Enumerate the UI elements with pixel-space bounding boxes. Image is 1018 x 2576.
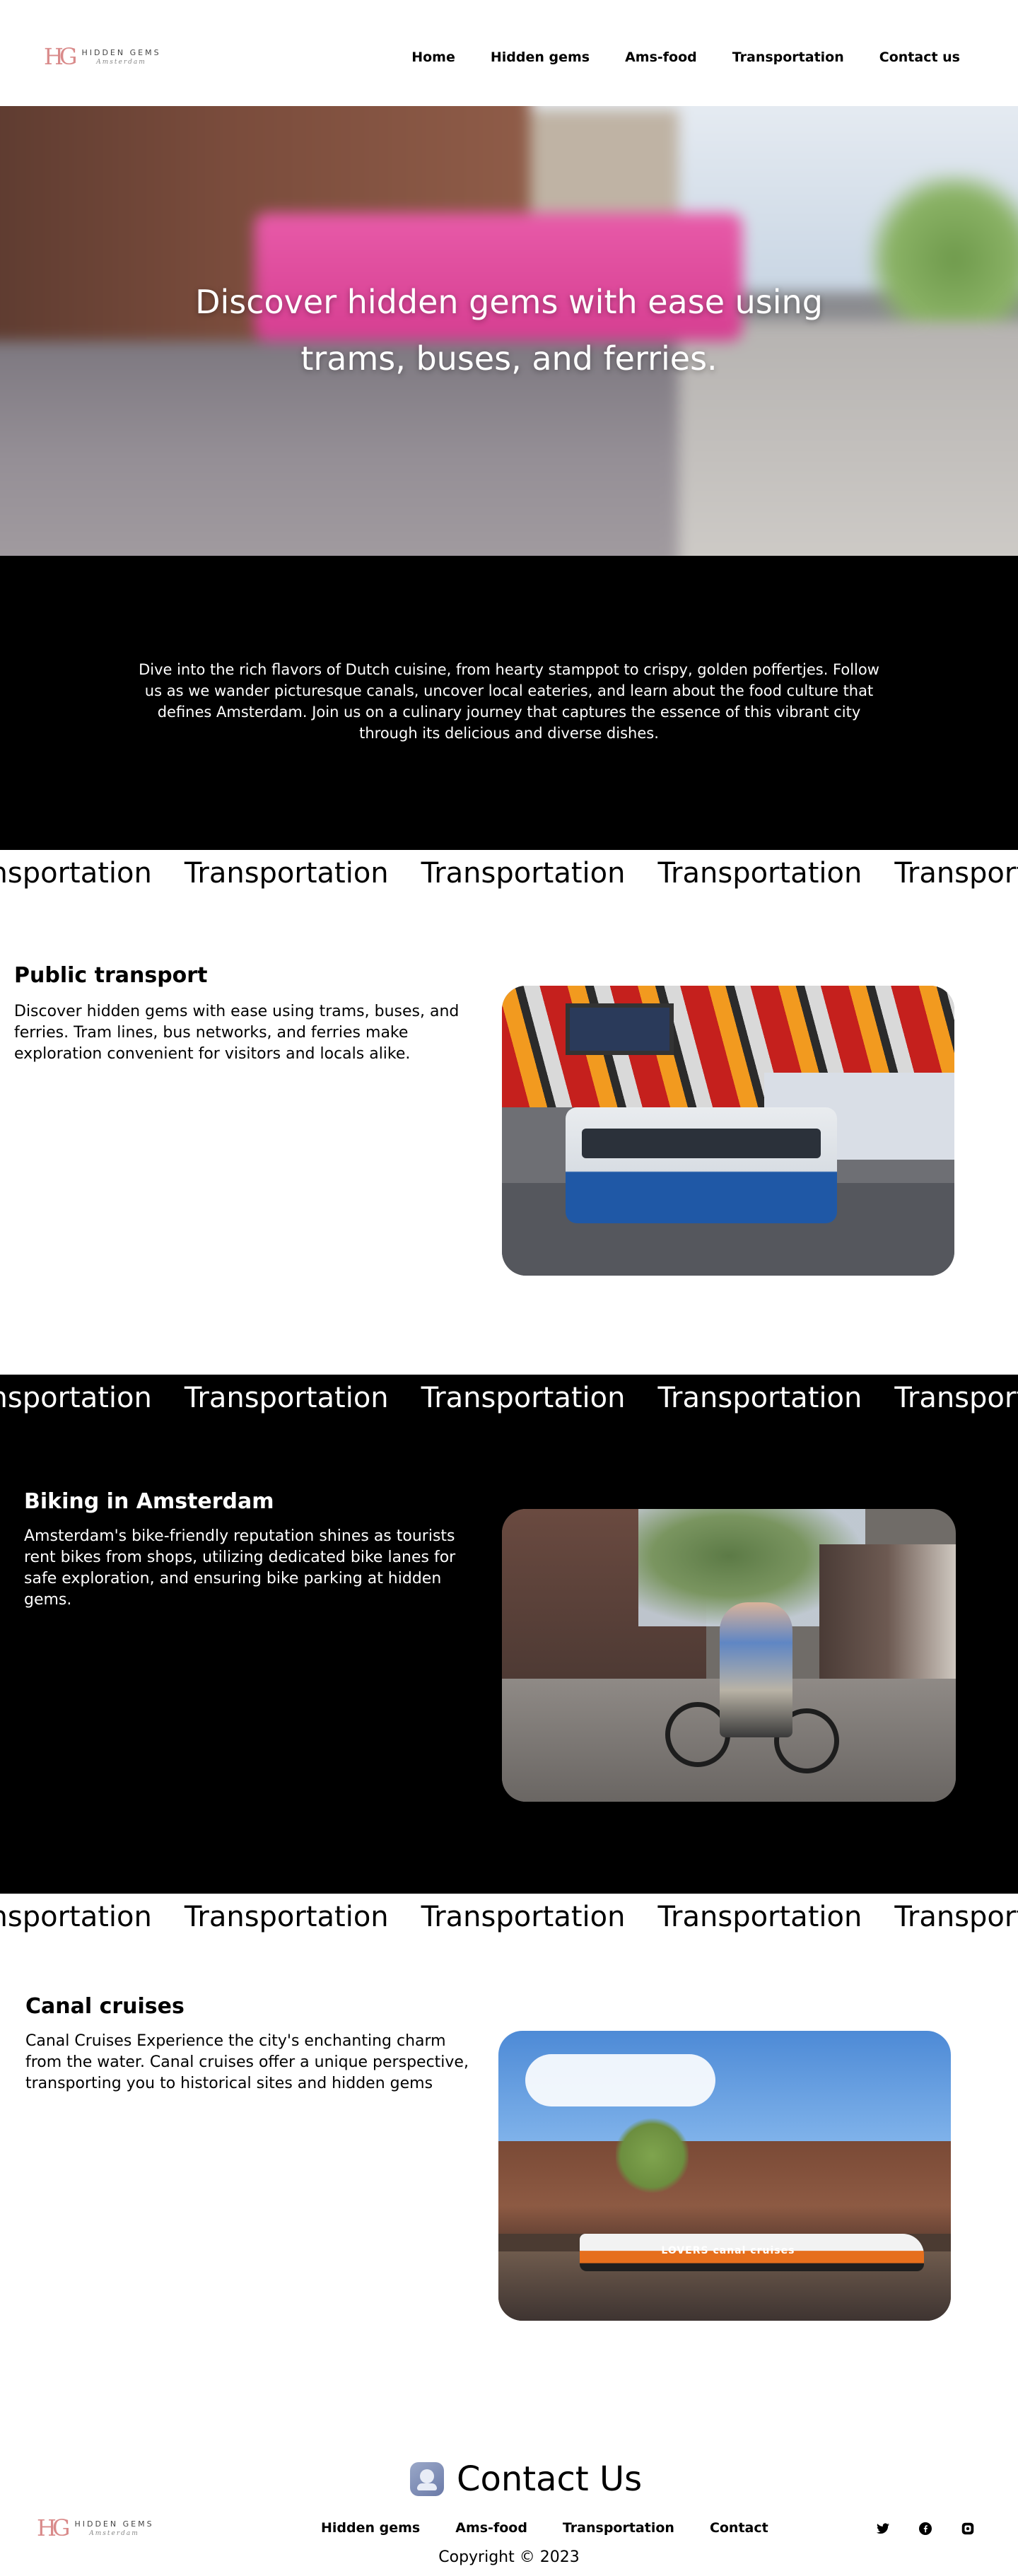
marquee-word: Transportation: [184, 857, 389, 890]
facebook-icon[interactable]: [918, 2521, 933, 2536]
footer-nav: Hidden gems Ams-food Transportation Cont…: [321, 2520, 768, 2536]
site-footer: Contact Us HG HIDDEN GEMS Amsterdam Hidd…: [0, 2393, 1018, 2576]
social-links: [875, 2521, 976, 2536]
section-title: Canal cruises: [25, 1994, 185, 2019]
section-text: Canal Cruises Experience the city's ench…: [25, 2032, 469, 2092]
footer-link-hidden-gems[interactable]: Hidden gems: [321, 2520, 420, 2536]
logo-title: HIDDEN GEMS: [74, 2519, 154, 2529]
contact-icon: [410, 2462, 444, 2496]
logo-text: HIDDEN GEMS Amsterdam: [74, 2519, 153, 2537]
main-nav: Home Hidden gems Ams-food Transportation…: [411, 49, 960, 65]
canal-cruises-section: Canal cruises Canal Cruises Experience t…: [0, 1940, 1018, 2393]
nav-hidden-gems[interactable]: Hidden gems: [491, 49, 590, 65]
marquee-word: Transportation: [421, 1382, 626, 1414]
logo-text: HIDDEN GEMS Amsterdam: [81, 48, 160, 66]
logo-subtitle: Amsterdam: [89, 2529, 139, 2537]
biking-section: Biking in Amsterdam Amsterdam's bike-fri…: [0, 1421, 1018, 1894]
marquee-word: Transportation: [894, 857, 1018, 890]
contact-heading[interactable]: Contact Us: [410, 2458, 642, 2500]
logo-mark: HG: [44, 43, 78, 70]
logo-subtitle: Amsterdam: [96, 58, 146, 66]
nav-home[interactable]: Home: [411, 49, 455, 65]
boat-label: LOVERS canal cruises: [661, 2245, 795, 2257]
transportation-marquee: Transportation Transportation Transporta…: [0, 1894, 1018, 1940]
contact-title: Contact Us: [457, 2459, 643, 2499]
marquee-word: Transportation: [894, 1382, 1018, 1414]
marquee-word: Transportation: [0, 1901, 152, 1933]
marquee-word: Transportation: [657, 1382, 862, 1414]
marquee-word: Transportation: [894, 1901, 1018, 1933]
canal-cruise-photo: LOVERS canal cruises: [498, 2031, 951, 2321]
section-text: Discover hidden gems with ease using tra…: [14, 1003, 460, 1063]
transportation-marquee: Transportation Transportation Transporta…: [0, 1375, 1018, 1421]
section-text: Amsterdam's bike-friendly reputation shi…: [24, 1527, 456, 1609]
footer-link-ams-food[interactable]: Ams-food: [455, 2520, 527, 2536]
intro-text: Dive into the rich flavors of Dutch cuis…: [139, 661, 879, 742]
logo-title: HIDDEN GEMS: [81, 47, 161, 57]
marquee-word: Transportation: [184, 1382, 389, 1414]
nav-ams-food[interactable]: Ams-food: [625, 49, 697, 65]
public-transport-section: Public transport Discover hidden gems wi…: [0, 897, 1018, 1375]
footer-logo[interactable]: HG HIDDEN GEMS Amsterdam: [37, 2517, 154, 2539]
marquee-word: Transportation: [421, 1901, 626, 1933]
intro-section: Dive into the rich flavors of Dutch cuis…: [0, 556, 1018, 850]
footer-link-transportation[interactable]: Transportation: [563, 2520, 674, 2536]
instagram-icon[interactable]: [960, 2521, 976, 2536]
nav-contact-us[interactable]: Contact us: [879, 49, 960, 65]
section-title: Biking in Amsterdam: [24, 1489, 274, 1514]
copyright-text: Copyright © 2023: [438, 2548, 580, 2566]
transportation-marquee: Transportation Transportation Transporta…: [0, 850, 1018, 897]
logo-mark: HG: [37, 2514, 71, 2541]
hero-title: Discover hidden gems with ease using tra…: [195, 283, 823, 378]
footer-link-contact[interactable]: Contact: [710, 2520, 768, 2536]
section-title: Public transport: [14, 963, 208, 988]
marquee-word: Transportation: [657, 857, 862, 890]
brand-logo[interactable]: HG HIDDEN GEMS Amsterdam: [44, 45, 161, 68]
hero-banner: Discover hidden gems with ease using tra…: [0, 106, 1018, 556]
marquee-word: Transportation: [0, 1382, 152, 1414]
marquee-word: Transportation: [657, 1901, 862, 1933]
site-header: HG HIDDEN GEMS Amsterdam Home Hidden gem…: [0, 0, 1018, 106]
marquee-word: Transportation: [421, 857, 626, 890]
nav-transportation[interactable]: Transportation: [732, 49, 844, 65]
marquee-word: Transportation: [184, 1901, 389, 1933]
bus-photo: [502, 986, 954, 1276]
biking-photo: [502, 1509, 956, 1802]
marquee-word: Transportation: [0, 857, 152, 890]
twitter-icon[interactable]: [875, 2521, 891, 2536]
